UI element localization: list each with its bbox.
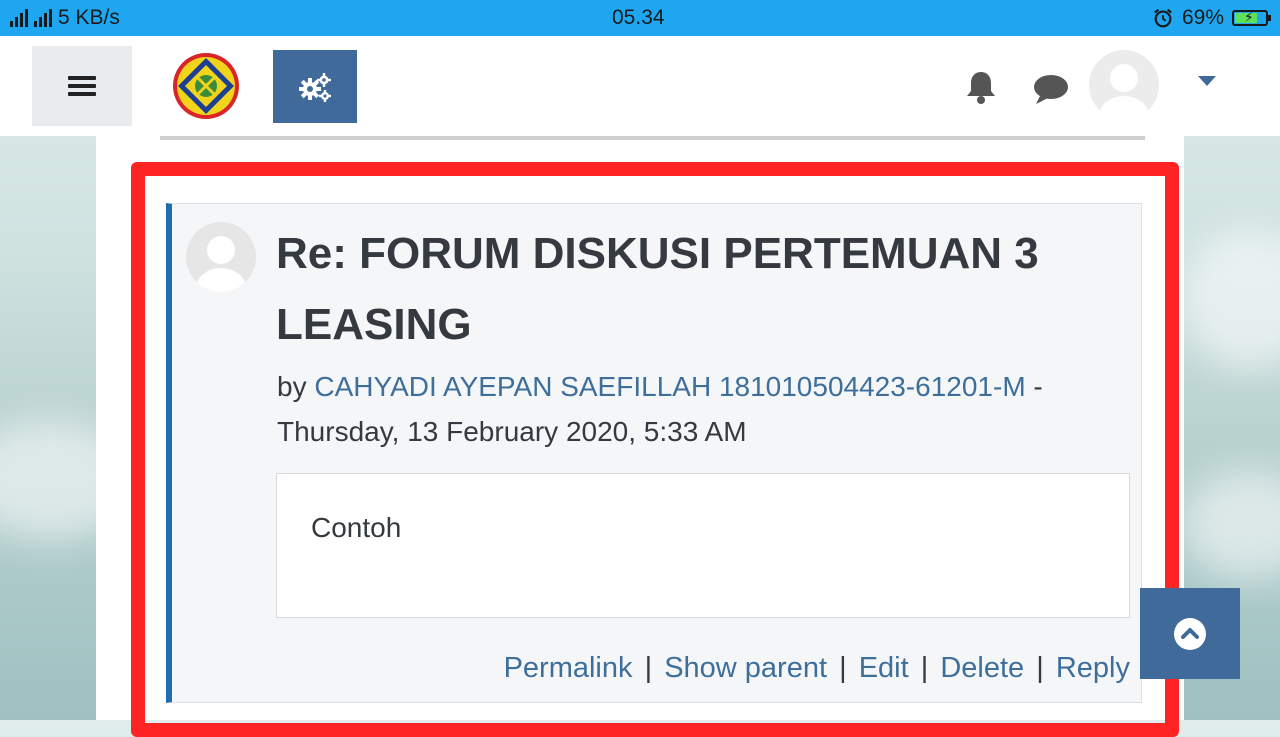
chat-icon[interactable] [1032, 72, 1070, 106]
previous-post-edge [160, 136, 1145, 140]
background-cloud [1180, 470, 1280, 580]
status-right: 69% ⚡ [1152, 6, 1271, 30]
status-time: 05.34 [612, 6, 665, 29]
settings-button[interactable] [273, 50, 357, 123]
bell-icon[interactable] [962, 68, 1000, 106]
back-to-top-button[interactable] [1140, 588, 1240, 679]
school-logo[interactable] [172, 52, 240, 120]
signal-icon [34, 9, 52, 27]
highlight-box [131, 162, 1179, 737]
menu-icon [68, 72, 96, 100]
user-avatar-icon [1099, 64, 1149, 120]
chevron-up-icon [1174, 617, 1206, 650]
status-bar: 5 KB/s 05.34 69% ⚡ [0, 0, 1280, 36]
top-navbar [0, 36, 1280, 136]
user-avatar[interactable] [1089, 50, 1159, 120]
battery-icon: ⚡ [1232, 9, 1271, 26]
signal-icon [10, 9, 28, 27]
background-cloud [1180, 230, 1280, 370]
network-speed: 5 KB/s [58, 6, 120, 29]
battery-percent: 69% [1181, 6, 1224, 29]
caret-down-icon[interactable] [1198, 76, 1216, 86]
gear-icon [299, 72, 331, 102]
menu-button[interactable] [32, 46, 132, 126]
alarm-icon [1154, 8, 1172, 28]
status-left: 5 KB/s [10, 6, 120, 30]
